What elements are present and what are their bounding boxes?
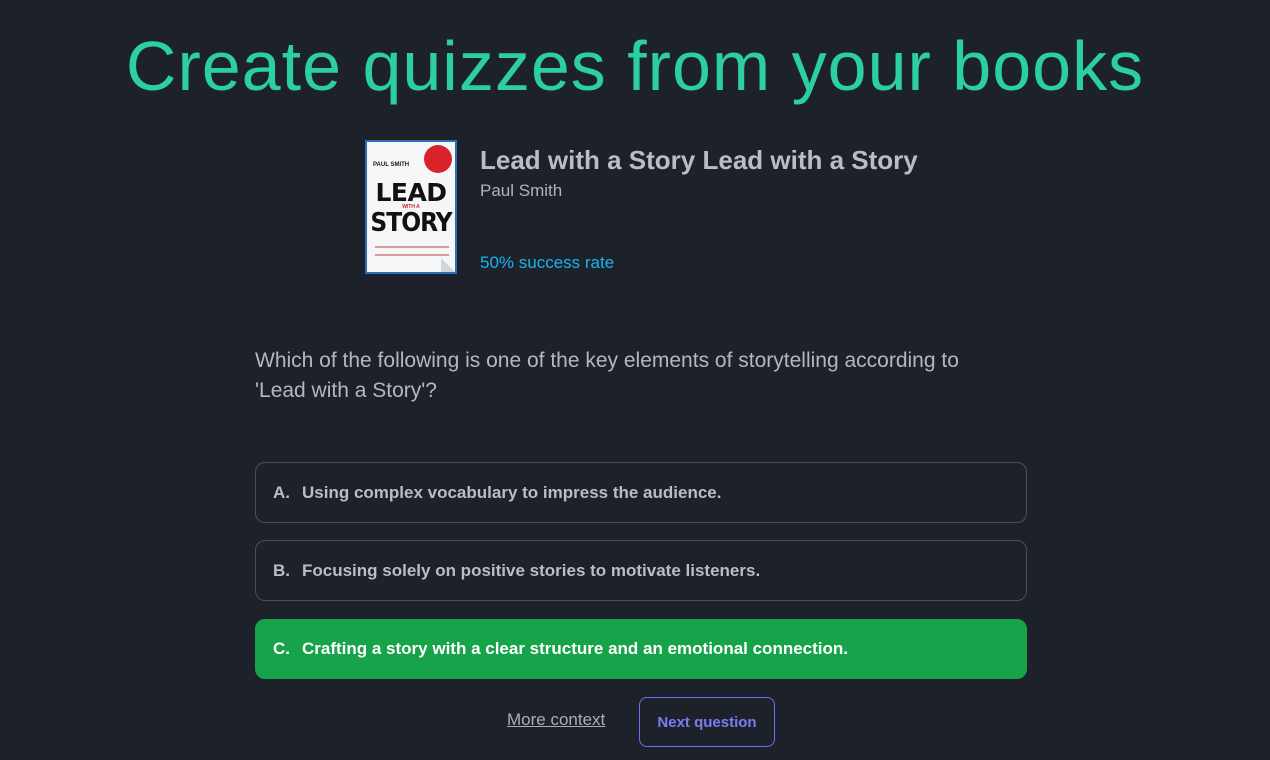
option-a[interactable]: A. Using complex vocabulary to impress t…	[255, 462, 1027, 523]
cover-title-bottom: STORY	[370, 208, 452, 238]
more-context-link[interactable]: More context	[507, 710, 605, 730]
option-text: Crafting a story with a clear structure …	[302, 639, 848, 658]
option-letter: B.	[273, 560, 290, 580]
cover-author: PAUL SMITH	[373, 162, 410, 168]
option-c[interactable]: C. Crafting a story with a clear structu…	[255, 619, 1027, 679]
book-card: PAUL SMITH LEAD WITH A STORY Lead with a…	[365, 140, 1000, 276]
cover-subtitle-lines	[375, 246, 449, 256]
option-text: Using complex vocabulary to impress the …	[302, 482, 722, 502]
next-question-button[interactable]: Next question	[639, 697, 775, 747]
quiz-page: Create quizzes from your books PAUL SMIT…	[0, 0, 1270, 760]
quiz-actions: More context Next question	[0, 697, 1270, 747]
success-rate: 50% success rate	[480, 253, 615, 272]
hero-title: Create quizzes from your books	[125, 27, 1145, 105]
book-meta: Lead with a Story Lead with a Story Paul…	[480, 140, 1000, 276]
book-cover: PAUL SMITH LEAD WITH A STORY	[365, 140, 457, 274]
cover-page-curl	[441, 258, 455, 272]
book-title: Lead with a Story Lead with a Story	[480, 145, 918, 175]
cover-title-top: LEAD	[375, 178, 447, 207]
cover-badge	[424, 145, 452, 173]
option-letter: C.	[273, 639, 290, 658]
option-b[interactable]: B. Focusing solely on positive stories t…	[255, 540, 1027, 601]
quiz-question: Which of the following is one of the key…	[255, 349, 959, 402]
book-author: Paul Smith	[480, 181, 563, 200]
option-text: Focusing solely on positive stories to m…	[302, 560, 761, 580]
option-letter: A.	[273, 482, 290, 502]
